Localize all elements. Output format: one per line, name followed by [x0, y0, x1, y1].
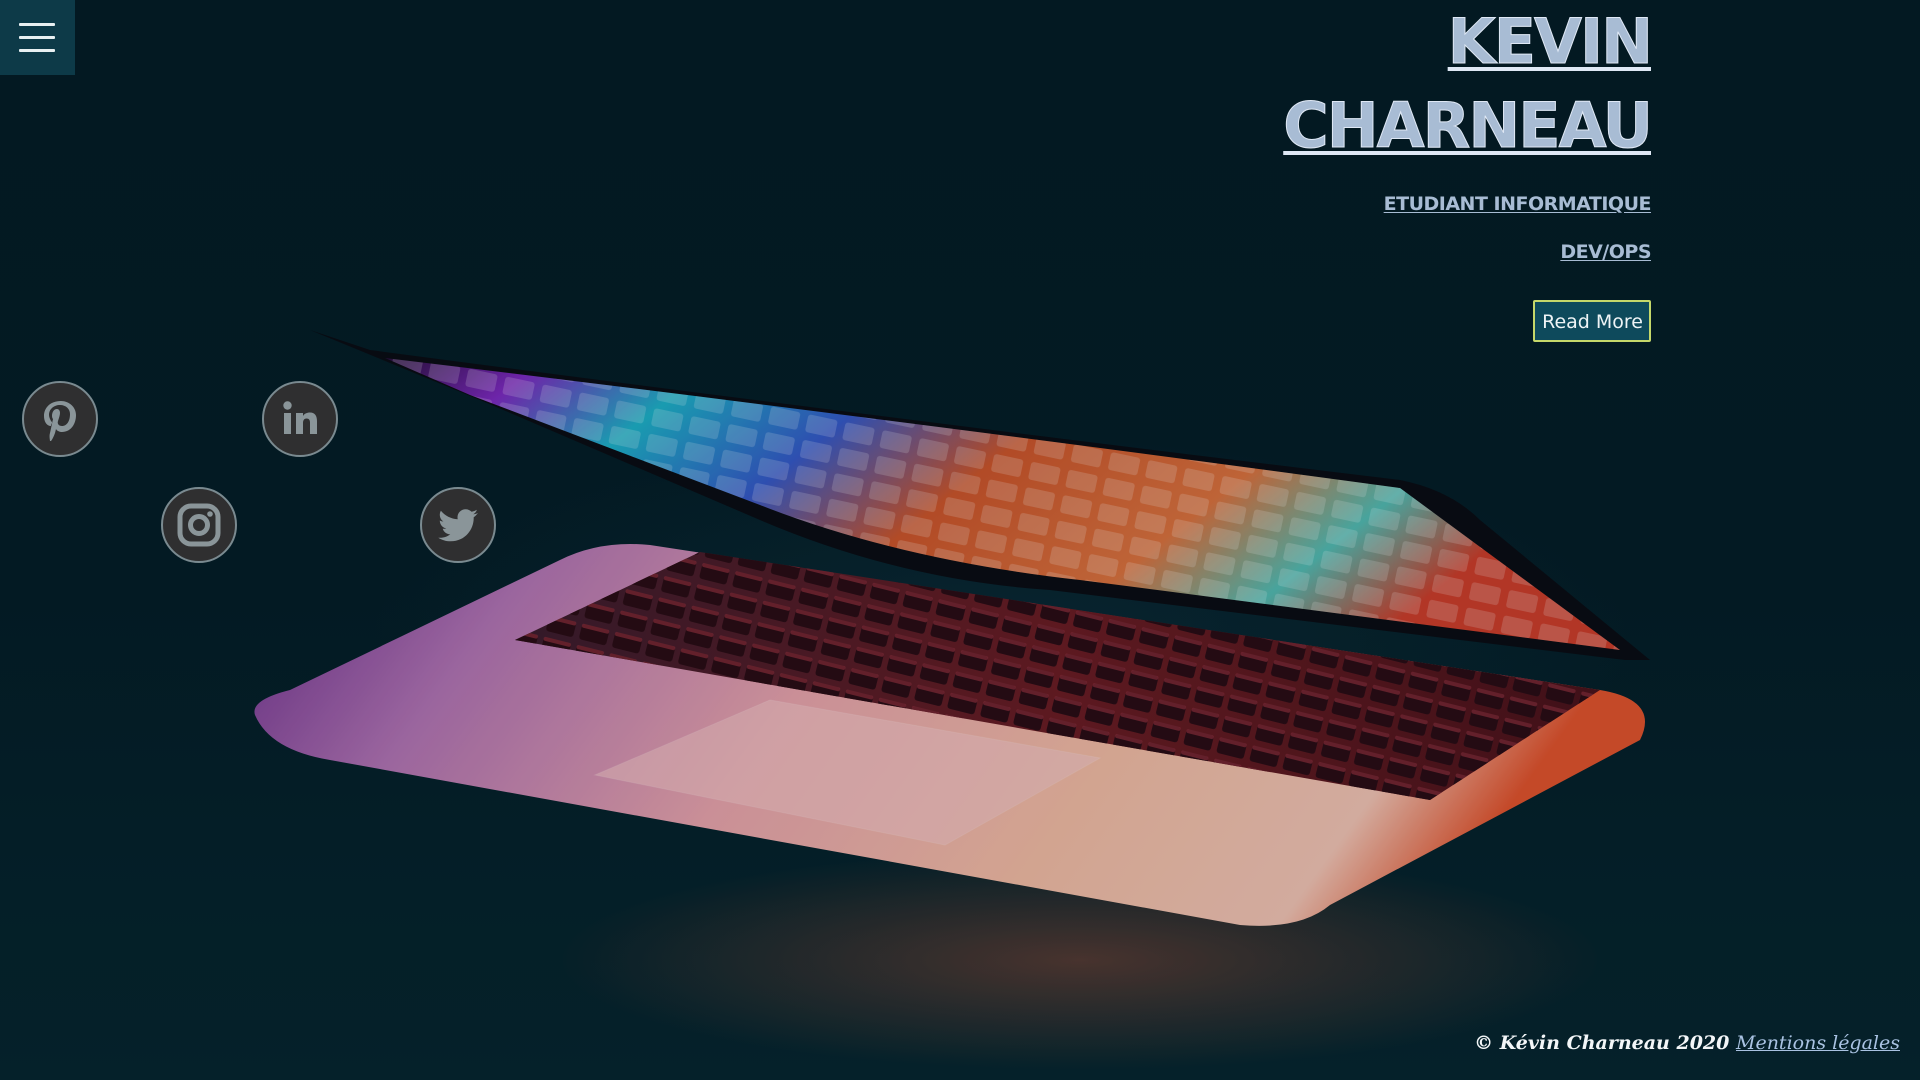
hamburger-menu-icon-bar [19, 49, 55, 52]
hamburger-menu-icon-bar [19, 36, 55, 39]
hamburger-menu-icon [19, 23, 55, 26]
hero-block: KEVIN CHARNEAU ETUDIANT INFORMATIQUE DEV… [1283, 0, 1654, 342]
menu-button[interactable] [0, 0, 75, 75]
twitter-icon [438, 509, 478, 542]
instagram-link[interactable] [161, 487, 237, 563]
twitter-link[interactable] [420, 487, 496, 563]
hero-subtitle-role[interactable]: ETUDIANT INFORMATIQUE [1283, 180, 1652, 228]
page: KEVIN CHARNEAU ETUDIANT INFORMATIQUE DEV… [0, 0, 1920, 1080]
legal-notice-link[interactable]: Mentions légales [1736, 1032, 1900, 1054]
linkedin-link[interactable] [262, 381, 338, 457]
pinterest-icon [44, 401, 76, 441]
hero-name-last[interactable]: CHARNEAU [1283, 84, 1654, 168]
footer: © Kévin Charneau 2020 Mentions légales [1474, 1032, 1900, 1054]
footer-copyright: © Kévin Charneau 2020 [1474, 1032, 1730, 1054]
linkedin-icon [283, 401, 317, 434]
pinterest-link[interactable] [22, 381, 98, 457]
hero-subtitle-specialty[interactable]: DEV/OPS [1283, 228, 1651, 276]
hero-name-first[interactable]: KEVIN [1283, 0, 1653, 84]
read-more-button[interactable]: Read More [1533, 300, 1651, 342]
instagram-icon [177, 503, 221, 547]
